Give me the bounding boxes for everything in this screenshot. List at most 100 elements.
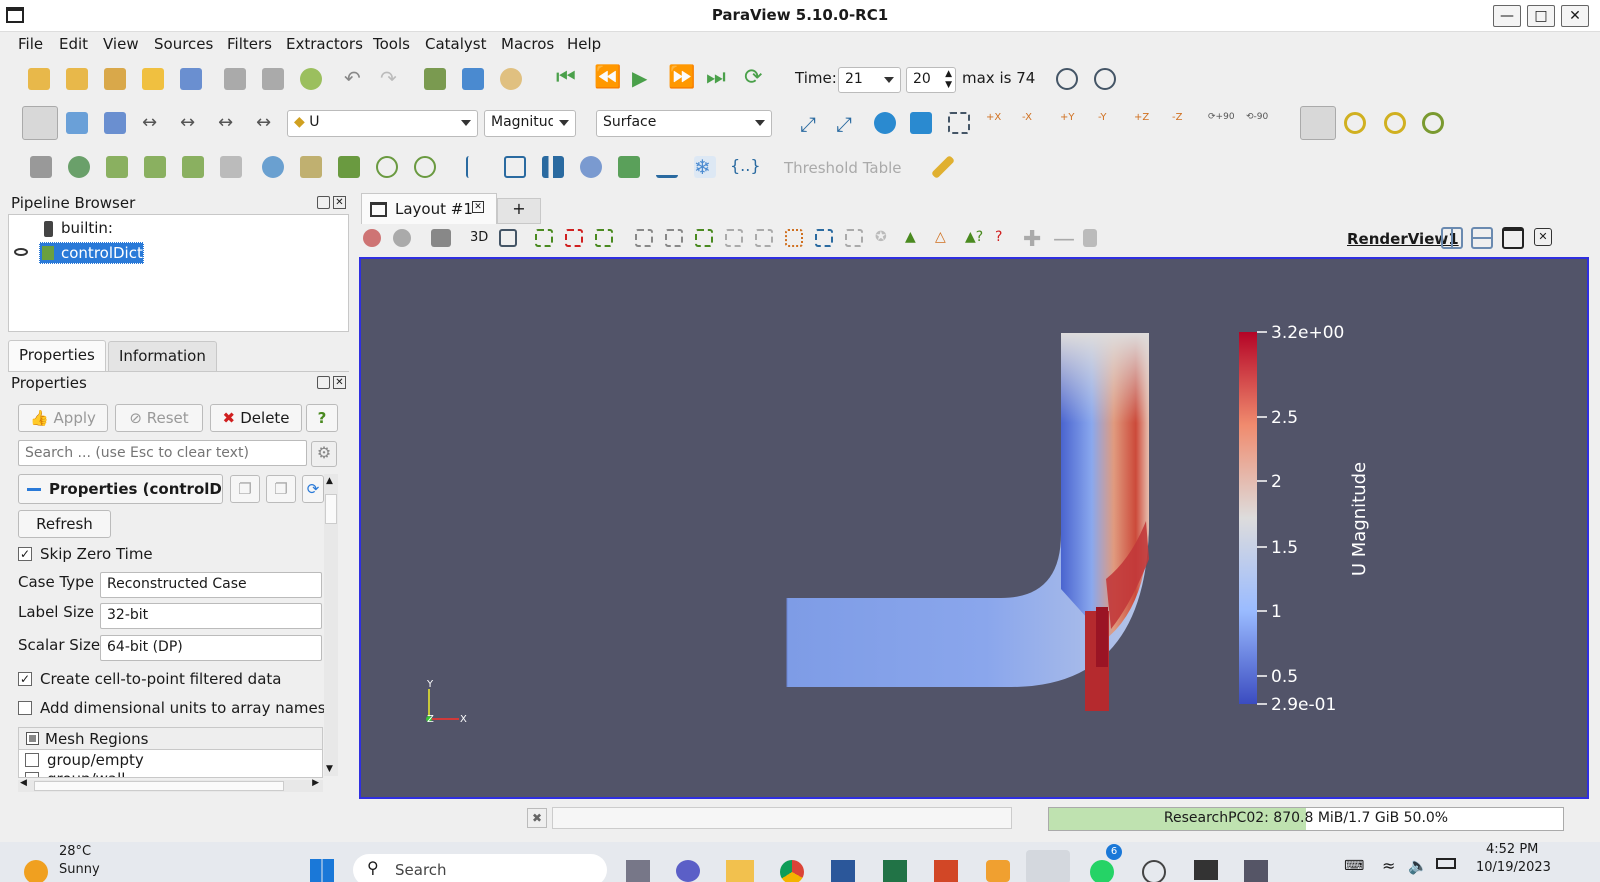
media-player-icon[interactable] [1142, 860, 1166, 882]
minimize-button[interactable]: — [1493, 5, 1521, 27]
delete-button[interactable]: ✖ Delete [210, 404, 302, 432]
grammarly-icon[interactable] [986, 860, 1010, 882]
save-data-icon[interactable] [104, 68, 126, 90]
camera-undo-icon[interactable] [462, 68, 484, 90]
select-triangle-icon[interactable]: ▲ [905, 229, 927, 251]
mesh-regions-header[interactable]: Mesh Regions [19, 728, 322, 750]
reset-session-icon[interactable] [300, 68, 322, 90]
case-type-select[interactable]: Reconstructed Case [100, 572, 322, 598]
reset-camera-icon[interactable]: ⤢ [800, 112, 822, 136]
threshold-icon[interactable] [182, 156, 204, 178]
redo-icon[interactable]: ↷ [380, 68, 402, 90]
scroll-thumb[interactable] [325, 494, 337, 524]
pick-icon[interactable]: ✪ [875, 229, 897, 251]
copy-icon[interactable]: ❐ [230, 475, 260, 503]
dim-units-checkbox[interactable] [18, 701, 32, 715]
select-frustum-icon[interactable] [595, 229, 613, 247]
reset-camera-closest-icon[interactable]: ⤢ [836, 112, 858, 136]
python-calculator-icon[interactable]: {..} [730, 156, 761, 178]
volume-icon[interactable]: 🔈 [1408, 856, 1428, 875]
first-frame-icon[interactable]: ⏮ [556, 67, 578, 90]
menu-filters[interactable]: Filters [227, 35, 272, 53]
paste-icon[interactable]: ❐ [266, 475, 296, 503]
menu-extractors[interactable]: Extractors [286, 35, 363, 53]
last-frame-icon[interactable]: ⏭ [706, 67, 728, 90]
scalar-size-select[interactable]: 64-bit (DP) [100, 635, 322, 661]
split-horizontal-icon[interactable] [1441, 227, 1463, 249]
properties-section-header[interactable]: Properties (controlDict) [18, 474, 223, 504]
contour-icon[interactable] [68, 156, 90, 178]
view-minus-z-icon[interactable]: -Z [1172, 112, 1194, 134]
clear-status-icon[interactable]: ✖ [527, 808, 547, 828]
zoom-to-box-icon[interactable] [1094, 68, 1116, 90]
select-points-icon[interactable] [565, 229, 583, 247]
representation-select[interactable]: Surface [596, 110, 772, 137]
stream-tracer-icon[interactable] [300, 156, 322, 178]
calculator-icon[interactable] [30, 156, 52, 178]
region-checkbox[interactable] [25, 772, 39, 777]
chrome-icon[interactable] [780, 860, 804, 882]
disconnect-icon[interactable] [180, 68, 202, 90]
terminal-icon[interactable] [1194, 860, 1218, 880]
slice-icon[interactable] [144, 156, 166, 178]
panel-float-icon[interactable] [317, 376, 330, 389]
component-select[interactable]: Magnitude [484, 110, 576, 137]
group-datasets-icon[interactable] [376, 156, 398, 178]
rescale-visible-icon[interactable]: ↔ [256, 112, 278, 134]
plot-over-line-icon[interactable] [466, 156, 488, 178]
view-plus-y-icon[interactable]: +Y [1060, 112, 1082, 134]
horizontal-scrollbar[interactable]: ◀ ▶ [18, 778, 323, 792]
threshold-table-button[interactable]: Threshold Table [784, 159, 901, 177]
palette-icon[interactable] [500, 68, 522, 90]
layout-tab[interactable]: Layout #1 ✕ [361, 193, 497, 224]
close-button[interactable]: ✕ [1561, 5, 1589, 27]
rescale-temporal-icon[interactable]: ↔ [218, 112, 240, 134]
ruler-icon[interactable] [930, 154, 956, 180]
close-view-icon[interactable]: ✕ [1534, 228, 1552, 246]
interactive-select-icon[interactable] [695, 229, 713, 247]
pick-center-icon[interactable] [1422, 112, 1444, 134]
orient-axes-icon[interactable] [1344, 112, 1366, 134]
word-icon[interactable] [831, 860, 855, 882]
warp-vector-icon[interactable] [338, 156, 360, 178]
plus-icon[interactable]: ✚ [1023, 227, 1045, 252]
view-plus-x-icon[interactable]: +X [986, 112, 1008, 134]
select-cells-icon[interactable] [535, 229, 553, 247]
help-button[interactable]: ? [306, 404, 338, 432]
capture-screenshot-icon[interactable] [363, 229, 381, 247]
properties-scrollbar[interactable]: ▲ ▼ [324, 474, 338, 776]
excel-icon[interactable] [883, 860, 907, 882]
extract-level-icon[interactable] [414, 156, 436, 178]
scroll-down-icon[interactable]: ▼ [326, 764, 333, 774]
tab-information[interactable]: Information [108, 341, 217, 372]
panel-close-icon[interactable]: ✕ [333, 196, 346, 209]
open-recent-icon[interactable] [66, 68, 88, 90]
camera-icon[interactable] [393, 229, 411, 247]
edit-color-map-icon[interactable] [66, 112, 88, 134]
select-points-on-icon[interactable] [785, 229, 803, 247]
loop-icon[interactable]: ⟳ [744, 67, 766, 90]
toggle-color-legend-icon[interactable] [22, 106, 58, 140]
teams-icon[interactable] [676, 860, 700, 882]
close-tab-icon[interactable]: ✕ [472, 201, 484, 213]
zoom-data-icon[interactable] [1056, 68, 1078, 90]
camera-controls-icon[interactable] [499, 229, 517, 247]
pipeline-item-builtin[interactable]: builtin: [61, 219, 113, 237]
toggle-3d-button[interactable]: 3D [470, 230, 488, 245]
select-polygon-icon[interactable] [665, 229, 683, 247]
task-view-icon[interactable] [626, 860, 650, 882]
cell-to-point-checkbox[interactable]: ✓ [18, 672, 32, 686]
find-data-icon[interactable]: ▲? [965, 229, 987, 251]
menu-help[interactable]: Help [567, 35, 601, 53]
extract-subset-icon[interactable] [220, 156, 242, 178]
h-scroll-thumb[interactable] [34, 781, 284, 791]
maximize-button[interactable]: □ [1527, 5, 1555, 27]
properties-search-input[interactable] [18, 440, 307, 466]
save-state-icon[interactable] [224, 68, 246, 90]
time-value-select[interactable]: 21 [838, 67, 901, 93]
plot-over-time-icon[interactable] [656, 156, 678, 178]
select-block-icon[interactable] [635, 229, 653, 247]
add-layout-tab[interactable]: + [497, 198, 541, 224]
panel-close-icon[interactable]: ✕ [333, 376, 346, 389]
interaction-mode-icon[interactable] [1300, 106, 1336, 140]
